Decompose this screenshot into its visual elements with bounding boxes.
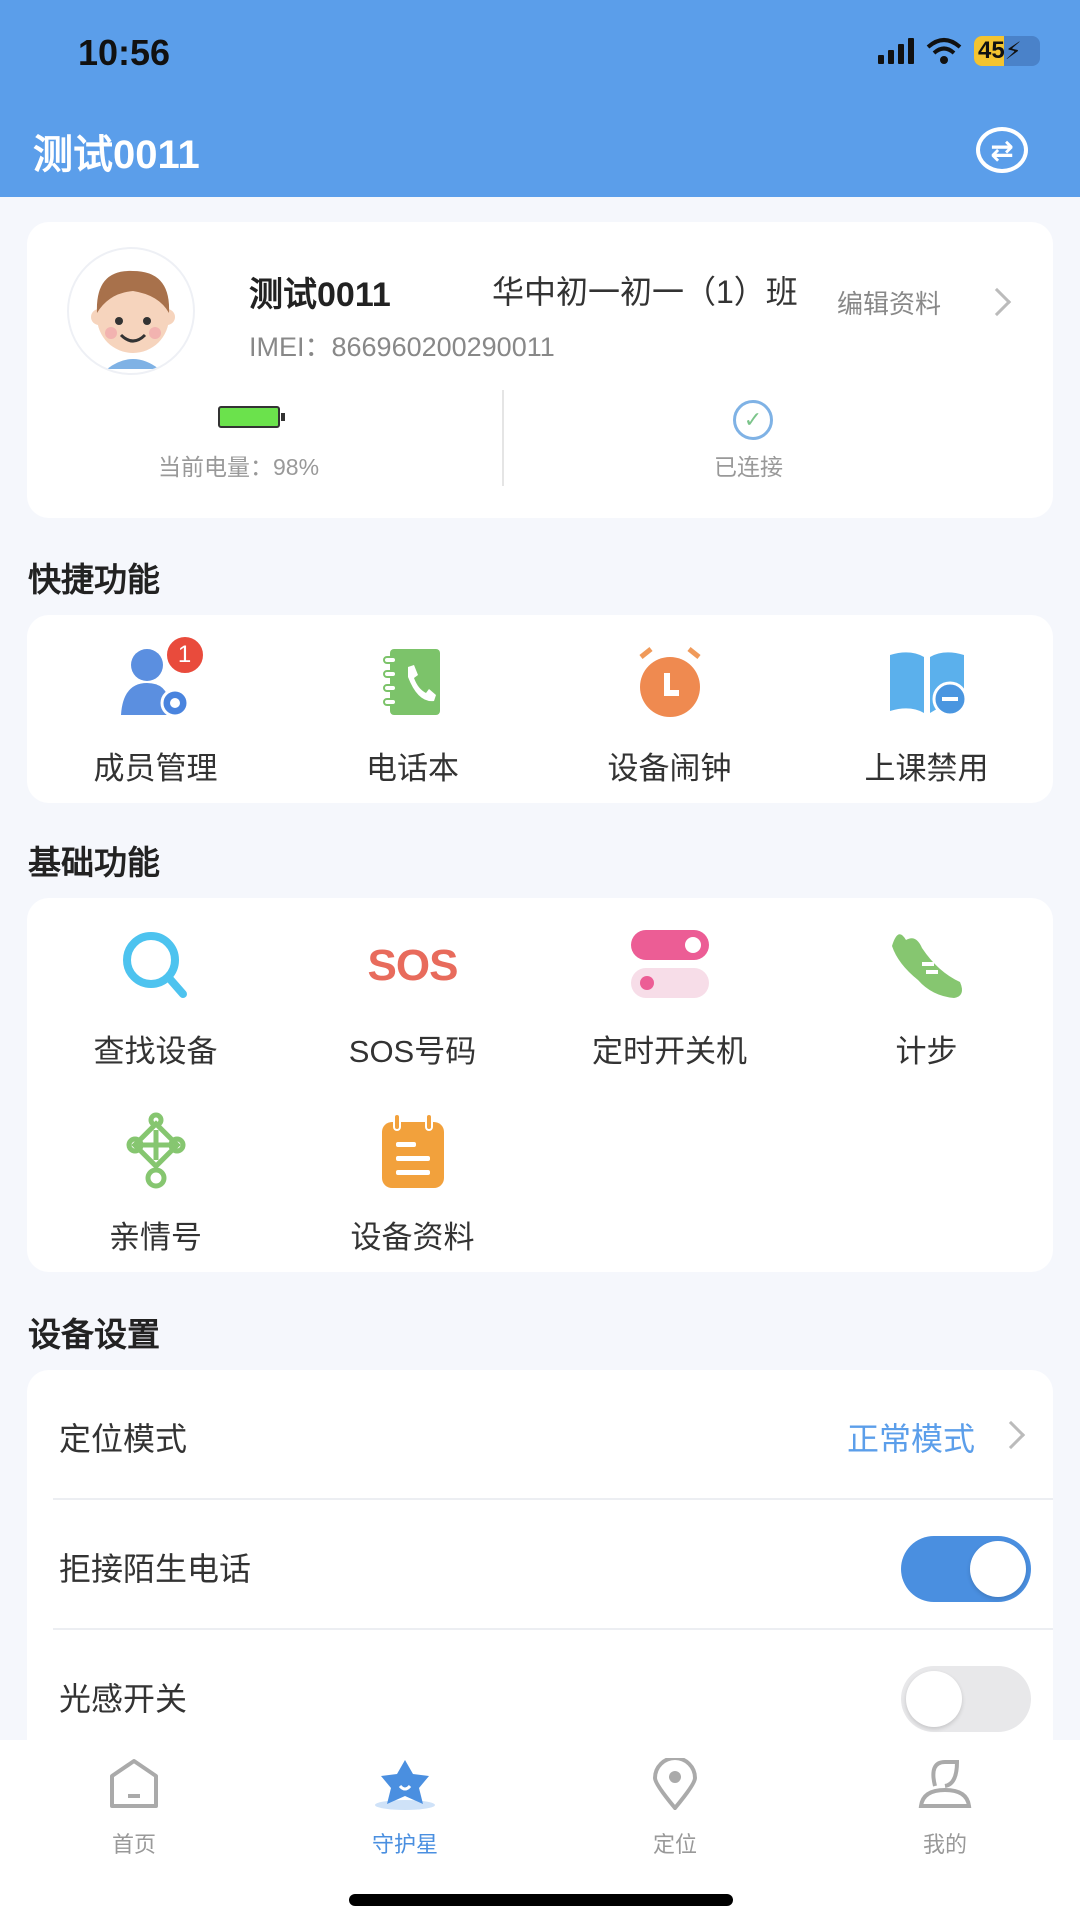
- settings-card: 定位模式 正常模式 拒接陌生电话 光感开关: [27, 1370, 1053, 1770]
- home-indicator: [349, 1894, 733, 1906]
- section-title-basic: 基础功能: [28, 844, 160, 881]
- device-battery-icon: [218, 406, 285, 428]
- section-title-settings: 设备设置: [28, 1316, 160, 1353]
- row-label: 光感开关: [59, 1681, 188, 1717]
- basic-item-family-number[interactable]: 亲情号: [27, 1112, 284, 1257]
- chinese-knot-icon: [111, 1112, 201, 1192]
- location-pin-icon: [652, 1756, 698, 1812]
- divider: [502, 390, 504, 486]
- phonebook-icon: [368, 643, 458, 723]
- alarm-clock-icon: [625, 643, 715, 723]
- timer-switch-icon: [625, 926, 715, 1006]
- chevron-right-icon: [996, 1420, 1026, 1450]
- tab-label: 我的: [922, 1832, 967, 1857]
- tab-label: 首页: [111, 1832, 156, 1857]
- reject-stranger-calls-toggle[interactable]: [901, 1536, 1031, 1602]
- row-label: 定位模式: [59, 1421, 188, 1457]
- location-mode-value: 正常模式: [846, 1421, 975, 1457]
- basic-item-device-info[interactable]: 设备资料: [284, 1112, 541, 1257]
- settings-row-location-mode[interactable]: 定位模式 正常模式: [27, 1370, 1053, 1500]
- quick-item-label: 电话本: [366, 751, 459, 786]
- tab-mine[interactable]: 我的: [845, 1758, 1045, 1859]
- quick-item-phonebook[interactable]: 电话本: [284, 643, 541, 788]
- quick-item-alarm[interactable]: 设备闹钟: [541, 643, 798, 788]
- avatar: [67, 247, 195, 375]
- basic-item-timer-power[interactable]: 定时开关机: [541, 926, 798, 1071]
- search-icon: [111, 926, 201, 1006]
- status-icons: 45 ⚡: [878, 36, 1040, 66]
- star-icon: [375, 1760, 435, 1810]
- basic-functions-card: 查找设备 SOS SOS号码 定时开关机 计步 亲情号 设备资料: [27, 898, 1053, 1272]
- sos-icon: SOS: [367, 941, 459, 990]
- quick-item-label: 设备闹钟: [607, 751, 732, 786]
- shoe-icon: [882, 926, 972, 1006]
- tab-location[interactable]: 定位: [575, 1756, 775, 1859]
- notification-badge: 1: [164, 635, 205, 675]
- quick-item-label: 上课禁用: [864, 751, 989, 786]
- home-icon: [110, 1759, 158, 1808]
- notepad-icon: [368, 1112, 458, 1192]
- basic-item-label: 计步: [895, 1034, 958, 1069]
- battery-icon: 45 ⚡: [974, 36, 1040, 66]
- basic-item-label: 查找设备: [93, 1034, 218, 1069]
- chevron-right-icon[interactable]: [982, 287, 1012, 317]
- wifi-icon: [926, 38, 962, 64]
- tab-bar: 首页 守护星 定位 我的: [0, 1740, 1080, 1920]
- quick-item-label: 成员管理: [93, 751, 218, 786]
- profile-card: 测试0011 华中初一初一（1）班 IMEI：866960200290011 编…: [27, 222, 1053, 518]
- tab-label: 守护星: [371, 1832, 438, 1857]
- tab-label: 定位: [652, 1832, 697, 1857]
- basic-item-steps[interactable]: 计步: [798, 926, 1055, 1071]
- connected-check-icon: ✓: [733, 400, 773, 440]
- light-sensor-toggle[interactable]: [901, 1666, 1031, 1732]
- battery-label: 当前电量：98%: [158, 454, 320, 480]
- connection-status: 已连接: [714, 454, 783, 480]
- quick-item-class-disable[interactable]: 上课禁用: [798, 643, 1055, 788]
- settings-row-reject-stranger-calls: 拒接陌生电话: [27, 1500, 1053, 1630]
- section-title-quick: 快捷功能: [28, 561, 160, 598]
- basic-item-sos[interactable]: SOS SOS号码: [284, 926, 541, 1071]
- switch-arrows-icon[interactable]: ⇄: [976, 127, 1028, 173]
- basic-item-label: 设备资料: [350, 1220, 475, 1255]
- quick-item-member[interactable]: 1 成员管理: [27, 635, 284, 788]
- basic-item-label: 亲情号: [109, 1220, 202, 1255]
- device-name: 测试0011: [249, 276, 391, 314]
- tab-guardian-star[interactable]: 守护星: [305, 1758, 505, 1859]
- member-manage-icon: 1: [111, 635, 205, 723]
- top-bar: 10:56 45 ⚡ 测试0011 ⇄: [0, 0, 1080, 197]
- page-title: 测试0011: [33, 133, 200, 177]
- class-name: 华中初一初一（1）班: [492, 274, 798, 310]
- class-disable-icon: [882, 643, 972, 723]
- user-icon: [918, 1760, 972, 1808]
- row-label: 拒接陌生电话: [59, 1551, 252, 1587]
- basic-item-find-device[interactable]: 查找设备: [27, 926, 284, 1071]
- tab-home[interactable]: 首页: [34, 1758, 234, 1859]
- status-time: 10:56: [78, 32, 171, 73]
- basic-item-label: 定时开关机: [592, 1034, 747, 1069]
- imei-text: IMEI：866960200290011: [249, 332, 555, 362]
- edit-profile-link[interactable]: 编辑资料: [837, 284, 941, 321]
- basic-item-label: SOS号码: [348, 1034, 477, 1069]
- quick-functions-card: 1 成员管理 电话本 设备闹钟 上课禁用: [27, 615, 1053, 803]
- signal-icon: [878, 38, 914, 64]
